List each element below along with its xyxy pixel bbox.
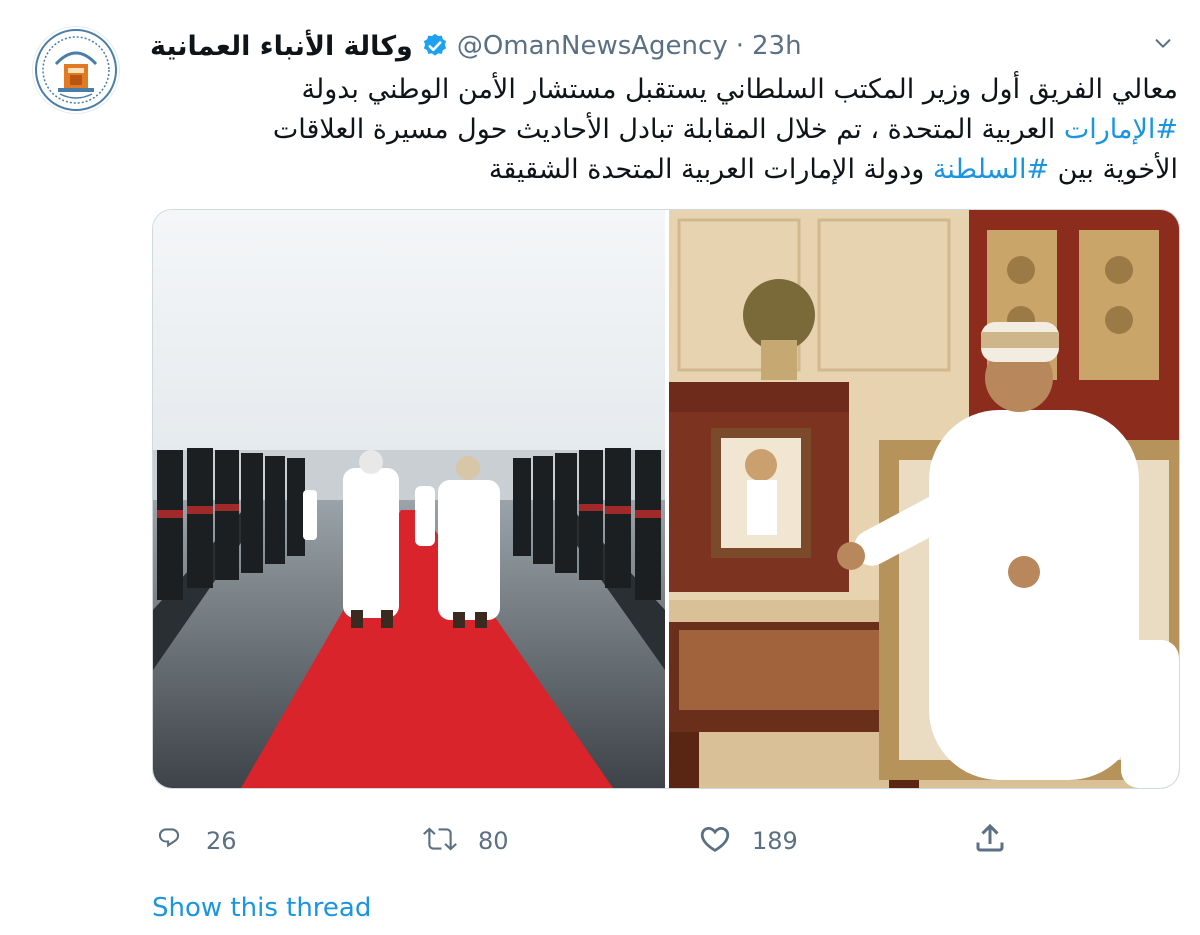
heart-icon [698,822,732,860]
reply-button[interactable]: 26 [152,822,237,860]
retweet-button[interactable]: 80 [422,822,509,860]
tweet-text-line: معالي الفريق أول وزير المكتب السلطاني يس… [301,74,1179,105]
action-bar: 26 80 189 [152,818,1182,864]
display-name[interactable]: وكالة الأنباء العمانية [150,31,413,62]
handle[interactable]: @OmanNewsAgency [457,31,728,61]
hashtag-link[interactable]: #السلطنة [933,154,1049,185]
share-button[interactable] [972,820,1008,860]
retweet-icon [422,822,458,860]
retweet-count: 80 [478,827,509,855]
timestamp[interactable]: 23h [752,31,802,61]
hashtag-link[interactable]: #الإمارات [1064,114,1178,145]
show-thread-link[interactable]: Show this thread [152,893,371,923]
reply-icon [152,822,186,860]
chevron-down-icon[interactable] [1148,28,1178,58]
tweet-text-line: #الإمارات العربية المتحدة ، تم خلال المق… [168,110,1178,150]
photo-red-carpet[interactable] [153,210,665,788]
tweet-text: معالي الفريق أول وزير المكتب السلطاني يس… [168,70,1178,190]
separator: · [735,31,744,61]
tweet[interactable]: وكالة الأنباء العمانية @OmanNewsAgency ·… [0,0,1200,935]
tweet-media [152,209,1180,789]
tweet-header: وكالة الأنباء العمانية @OmanNewsAgency ·… [150,26,802,66]
tweet-text-segment: العربية المتحدة ، تم خلال المقابلة تبادل… [272,114,1064,145]
like-count: 189 [752,827,798,855]
share-icon [972,820,1008,860]
verified-badge-icon [421,32,449,60]
tweet-text-line: الأخوية بين #السلطنة ودولة الإمارات العر… [168,150,1178,190]
tweet-text-segment: الأخوية بين [1049,154,1178,185]
like-button[interactable]: 189 [698,822,798,860]
agency-logo [35,29,117,111]
reply-count: 26 [206,827,237,855]
photo-meeting[interactable] [669,210,1179,788]
tweet-text-segment: ودولة الإمارات العربية المتحدة الشقيقة [488,154,933,185]
avatar[interactable] [32,26,120,114]
